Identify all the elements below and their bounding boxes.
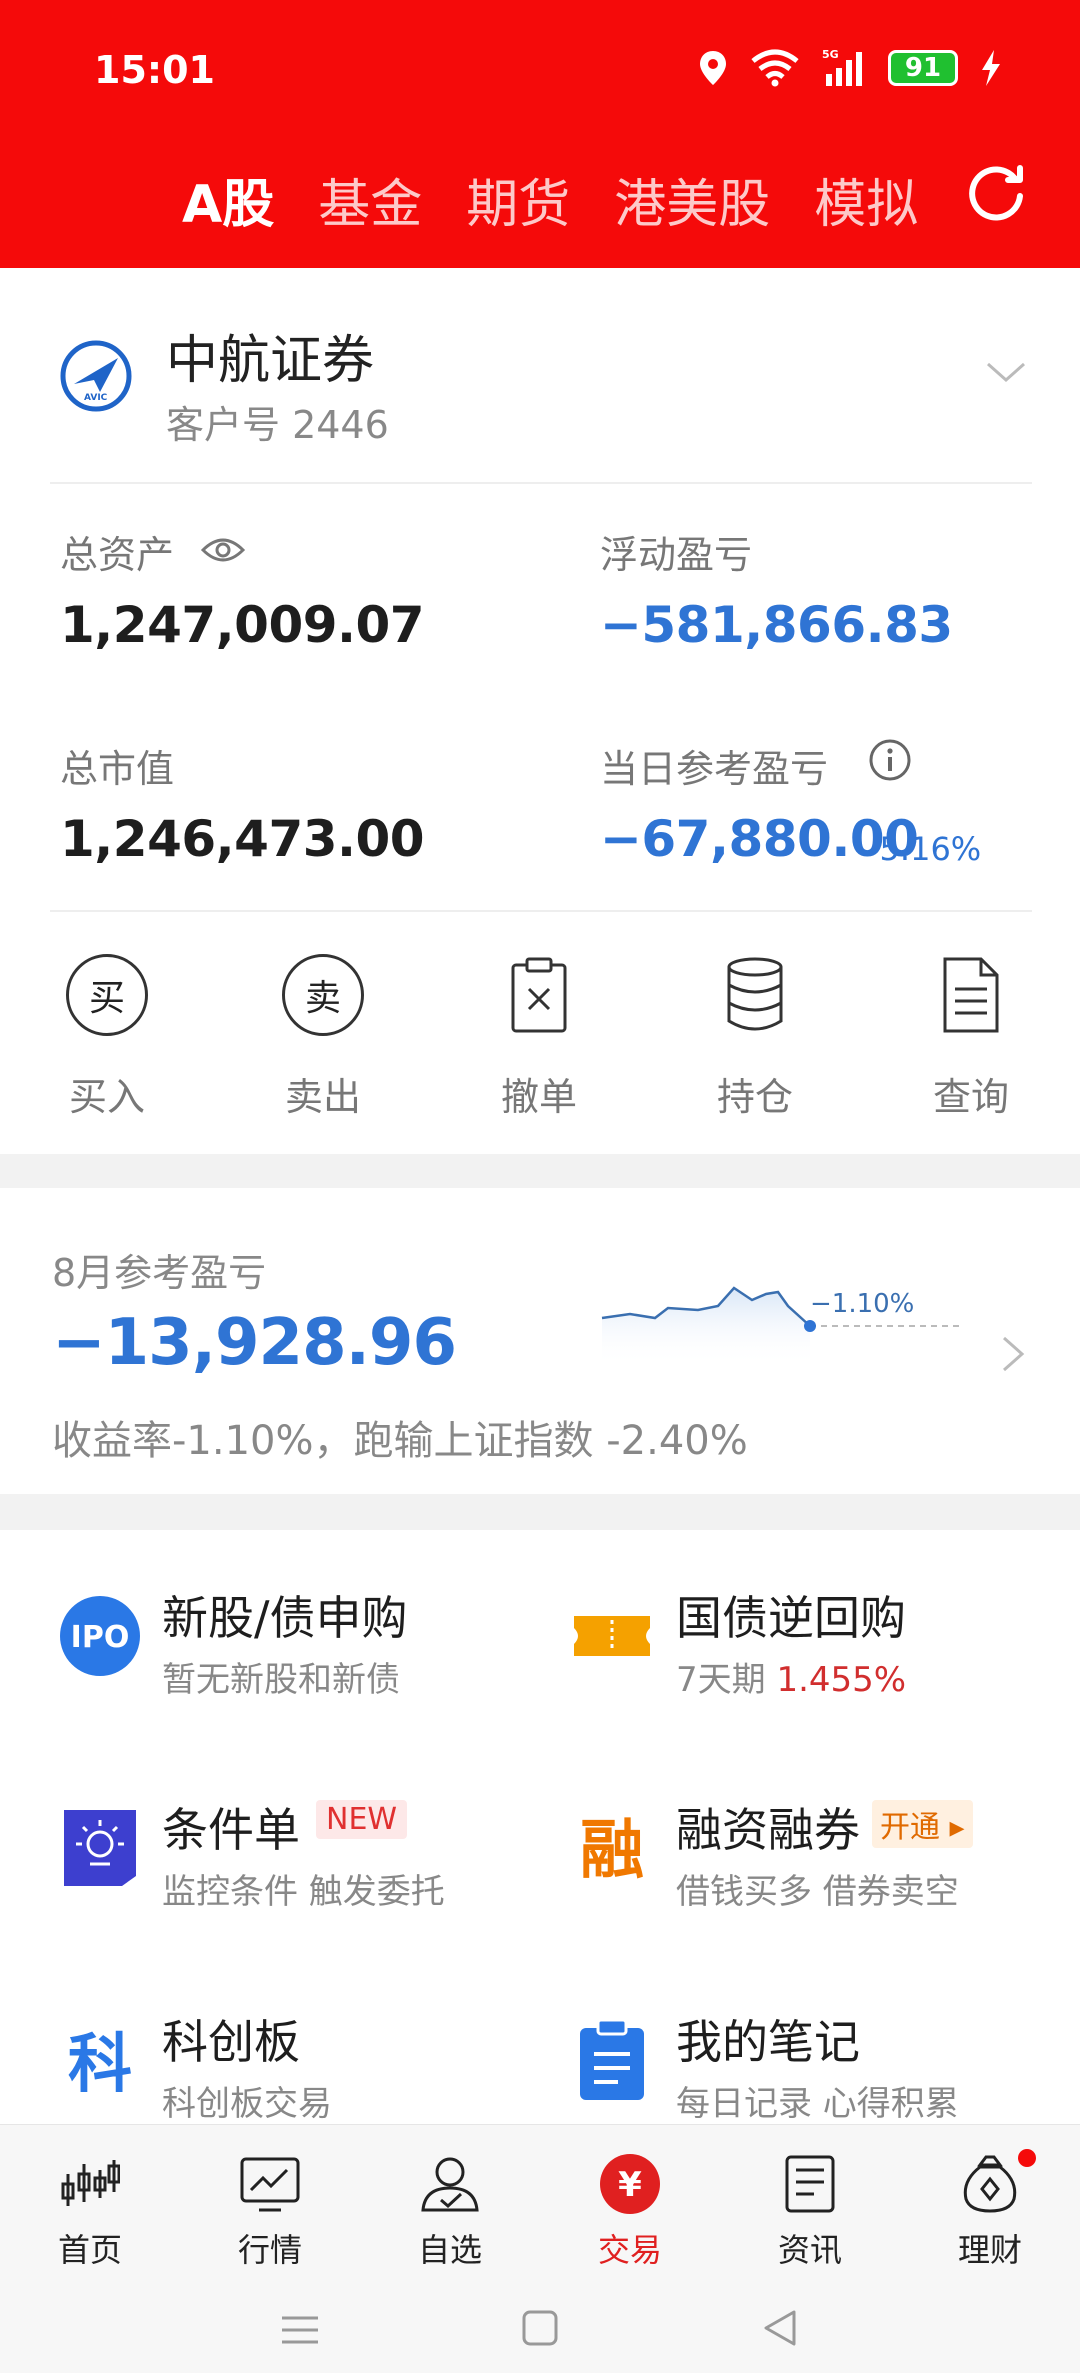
- svg-text:AVIC: AVIC: [84, 393, 108, 403]
- chevron-right-icon[interactable]: [1000, 1334, 1026, 1374]
- nav-home[interactable]: 首页: [30, 2149, 150, 2271]
- my-notes-subtitle: 每日记录 心得积累: [676, 2084, 959, 2124]
- sparkline-end-label: −1.10%: [810, 1289, 914, 1319]
- conditional-order-subtitle: 监控条件 触发委托: [162, 1872, 445, 1912]
- positions-label: 持仓: [716, 1075, 793, 1119]
- location-icon: [700, 51, 726, 85]
- margin-trading-title[interactable]: 融资融券: [676, 1794, 860, 1860]
- cancel-order-icon: [511, 957, 567, 1033]
- system-navigation-bar: [0, 2288, 1080, 2373]
- margin-trading-icon[interactable]: 融: [570, 1806, 654, 1890]
- cancel-order-button[interactable]: 撤单: [474, 950, 604, 1121]
- my-notes-title[interactable]: 我的笔记: [676, 2006, 860, 2072]
- svg-text:IPO: IPO: [71, 1620, 130, 1655]
- cellular-signal-icon: 5G: [822, 48, 862, 86]
- open-account-badge[interactable]: 开通 ▸: [872, 1800, 973, 1848]
- money-bag-icon: [963, 2155, 1017, 2213]
- monthly-pl-label: 8月参考盈亏: [52, 1251, 267, 1295]
- new-badge: NEW: [316, 1800, 408, 1839]
- tab-hk-us-stocks[interactable]: 港美股: [614, 162, 770, 237]
- star-market-icon[interactable]: 科: [58, 2018, 142, 2102]
- nav-trade[interactable]: ¥ 交易: [570, 2149, 690, 2271]
- back-triangle-icon[interactable]: [760, 2308, 800, 2348]
- market-value: 1,246,473.00: [60, 810, 425, 868]
- reverse-repo-title[interactable]: 国债逆回购: [676, 1582, 906, 1648]
- query-button[interactable]: 查询: [906, 950, 1036, 1121]
- nav-news[interactable]: 资讯: [750, 2149, 870, 2271]
- wifi-icon: [751, 49, 799, 87]
- header-bar: 15:01 5G 91 A股 基金 期货 港美股 模拟: [0, 0, 1080, 268]
- query-label: 查询: [932, 1075, 1009, 1119]
- daily-pl-percent: -5.16%: [868, 830, 982, 868]
- market-value-label: 总市值: [60, 747, 175, 791]
- ipo-subscription-title[interactable]: 新股/债申购: [162, 1582, 408, 1648]
- status-icons: 5G 91: [698, 48, 1002, 88]
- eye-icon[interactable]: [200, 534, 246, 566]
- conditional-order-title[interactable]: 条件单: [162, 1794, 300, 1860]
- database-icon: [727, 957, 783, 1031]
- broker-name[interactable]: 中航证券: [166, 318, 374, 393]
- clipboard-icon[interactable]: [570, 2018, 654, 2102]
- reverse-repo-rate: 1.455%: [776, 1660, 907, 1700]
- divider: [50, 910, 1032, 912]
- nav-market[interactable]: 行情: [210, 2149, 330, 2271]
- svg-text:5G: 5G: [822, 48, 839, 61]
- chevron-down-icon[interactable]: [984, 356, 1028, 388]
- ticket-icon[interactable]: [570, 1594, 654, 1678]
- divider: [50, 482, 1032, 484]
- sell-button[interactable]: 卖 卖出: [258, 950, 388, 1121]
- candlestick-icon: [61, 2160, 120, 2206]
- bottom-navigation: 首页 行情 自选 ¥ 交易 资讯 理财: [0, 2124, 1080, 2288]
- reverse-repo-subtitle: 7天期 1.455%: [676, 1660, 907, 1700]
- nav-watchlist[interactable]: 自选: [390, 2149, 510, 2271]
- client-number: 客户号 2446: [166, 403, 389, 447]
- tab-futures[interactable]: 期货: [466, 162, 570, 237]
- triangle-right-icon: ▸: [949, 1810, 965, 1845]
- float-pl-label: 浮动盈亏: [600, 533, 753, 577]
- daily-pl-label: 当日参考盈亏: [600, 747, 829, 791]
- positions-button[interactable]: 持仓: [690, 950, 820, 1121]
- buy-label: 买入: [68, 1075, 145, 1119]
- monthly-pl-value: −13,928.96: [52, 1306, 457, 1380]
- monthly-trend-sparkline: −1.10%: [601, 1286, 960, 1366]
- conditional-order-icon[interactable]: [58, 1806, 142, 1890]
- refresh-icon[interactable]: [964, 160, 1028, 224]
- sell-icon: 卖: [282, 954, 364, 1036]
- svg-text:融: 融: [580, 1814, 644, 1888]
- tab-a-shares[interactable]: A股: [182, 162, 274, 237]
- broker-logo-icon: AVIC: [60, 340, 132, 412]
- monthly-return-text: 收益率-1.10%，跑输上证指数 -2.40%: [52, 1418, 748, 1464]
- float-pl-value: −581,866.83: [600, 596, 953, 654]
- charging-icon: [982, 50, 1000, 86]
- cancel-order-label: 撤单: [500, 1075, 577, 1119]
- user-check-icon: [421, 2157, 479, 2212]
- document-icon: [943, 957, 999, 1033]
- market-tabs: A股 基金 期货 港美股 模拟: [182, 162, 962, 237]
- battery-indicator: 91: [888, 50, 958, 86]
- star-market-subtitle: 科创板交易: [162, 2084, 332, 2124]
- svg-text:¥: ¥: [618, 2165, 642, 2205]
- info-icon[interactable]: [868, 738, 912, 782]
- nav-wealth[interactable]: 理财: [930, 2149, 1050, 2271]
- ipo-icon[interactable]: IPO: [58, 1594, 142, 1678]
- tab-simulation[interactable]: 模拟: [814, 162, 918, 237]
- margin-trading-subtitle: 借钱买多 借券卖空: [676, 1872, 959, 1912]
- buy-button[interactable]: 买 买入: [42, 950, 172, 1121]
- home-square-icon[interactable]: [520, 2308, 560, 2348]
- tab-funds[interactable]: 基金: [318, 162, 422, 237]
- yuan-icon: ¥: [600, 2154, 660, 2214]
- sell-label: 卖出: [284, 1075, 361, 1119]
- buy-icon: 买: [66, 954, 148, 1036]
- svg-text:科: 科: [68, 2028, 132, 2102]
- total-assets-label: 总资产: [60, 533, 175, 577]
- star-market-title[interactable]: 科创板: [162, 2006, 300, 2072]
- menu-icon[interactable]: [280, 2310, 320, 2350]
- status-time: 15:01: [94, 48, 215, 92]
- chart-line-icon: [240, 2157, 300, 2212]
- news-icon: [785, 2155, 835, 2213]
- notification-dot: [1018, 2149, 1036, 2167]
- ipo-subscription-subtitle: 暂无新股和新债: [162, 1660, 400, 1700]
- total-assets-value: 1,247,009.07: [60, 596, 425, 654]
